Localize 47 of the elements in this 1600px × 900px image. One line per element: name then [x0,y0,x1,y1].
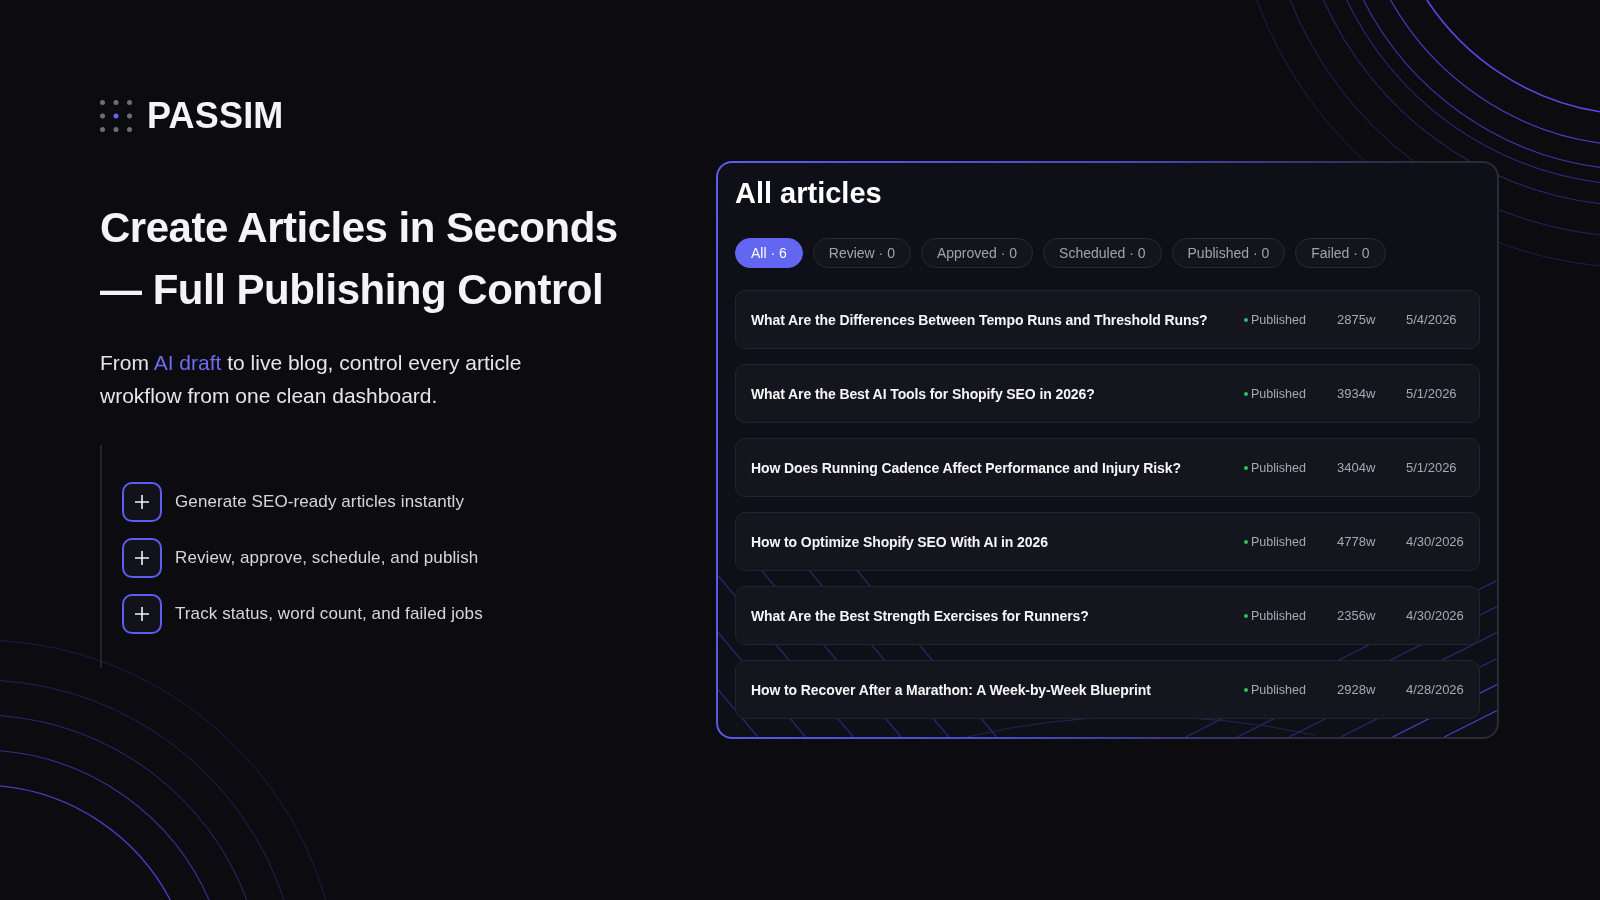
article-title: What Are the Best AI Tools for Shopify SEO in 2026? [751,385,1095,402]
plus-icon [122,538,162,578]
feature-text: Generate SEO-ready articles instantly [175,491,465,513]
logo-text: PASSIM [147,98,284,134]
article-title: How to Recover After a Marathon: A Week-by-Week Blueprint [751,681,1151,698]
filter-tab[interactable]: Scheduled · 0 [1043,238,1162,268]
feature-text: Review, approve, schedule, and publish [175,547,479,569]
article-row[interactable]: What Are the Best Strength Exercises for Runners? Published 2356w 4/30/2026 [735,586,1480,645]
status-text: Published [1251,534,1306,549]
plus-icon [122,594,162,634]
status-text: Published [1251,460,1306,475]
status-text: Published [1251,682,1306,697]
article-title: How Does Running Cadence Affect Performance and Injury Risk? [751,459,1181,476]
subtitle-text: From AI draft to live blog, control every article wrokflow from one clean dashboard. [100,350,523,409]
article-date: 5/1/2026 [1406,460,1457,475]
article-title: What Are the Best Strength Exercises for Runners? [751,607,1089,624]
filter-tab[interactable]: Failed · 0 [1295,238,1386,268]
word-count: 3404w [1337,460,1376,475]
plus-icon [122,482,162,522]
article-date: 5/4/2026 [1406,312,1457,327]
word-count: 2875w [1337,312,1376,327]
article-date: 4/30/2026 [1406,534,1464,549]
feature-text: Track status, word count, and failed jobs [175,603,483,625]
word-count: 2356w [1337,608,1376,623]
status-text: Published [1251,386,1306,401]
status-text: Published [1251,608,1306,623]
filter-tab[interactable]: Approved · 0 [920,238,1034,268]
article-row[interactable]: How Does Running Cadence Affect Performance and Injury Risk? Published 3404w 5/1/2026 [735,438,1480,497]
filter-tab[interactable]: Published · 0 [1171,238,1286,268]
dot-grid-logo-icon [100,100,132,132]
article-row[interactable]: How to Recover After a Marathon: A Week-by-Week Blueprint Published 2928w 4/28/2026 [735,660,1480,719]
filter-tab[interactable]: All · 6 [735,238,803,268]
article-row[interactable]: What Are the Best AI Tools for Shopify SEO in 2026? Published 3934w 5/1/2026 [735,364,1480,423]
article-title: How to Optimize Shopify SEO With AI in 2026 [751,533,1048,550]
article-date: 4/28/2026 [1406,682,1464,697]
article-date: 4/30/2026 [1406,608,1464,623]
headline: Create Articles in Seconds — Full Publishing Control [100,203,619,315]
filter-tab[interactable]: Review · 0 [812,238,911,268]
word-count: 3934w [1337,386,1376,401]
article-title: What Are the Differences Between Tempo Runs and Threshold Runs? [751,311,1208,328]
article-row[interactable]: What Are the Differences Between Tempo Runs and Threshold Runs? Published 2875w 5/4/2026 [735,290,1480,349]
article-row[interactable]: How to Optimize Shopify SEO With AI in 2026 Published 4778w 4/30/2026 [735,512,1480,571]
article-date: 5/1/2026 [1406,386,1457,401]
word-count: 2928w [1337,682,1376,697]
status-text: Published [1251,312,1306,327]
panel-title: All articles [735,176,883,211]
word-count: 4778w [1337,534,1376,549]
